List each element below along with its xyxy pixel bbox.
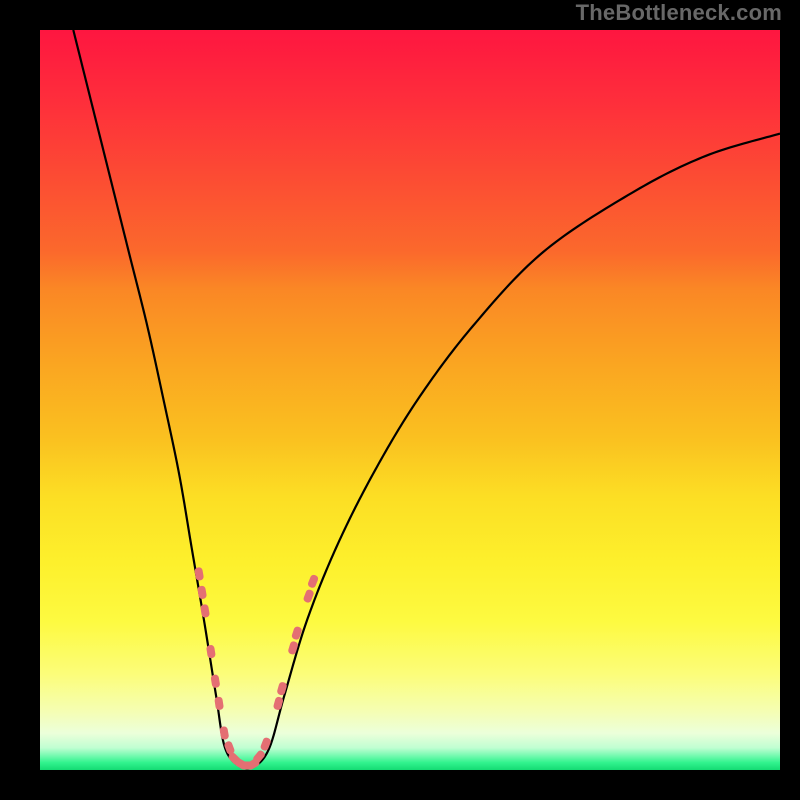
data-marker [206, 645, 216, 659]
data-marker [273, 696, 284, 711]
watermark-text: TheBottleneck.com [576, 0, 782, 26]
marker-group [194, 567, 319, 770]
data-marker [194, 567, 204, 581]
data-marker [214, 696, 224, 710]
data-marker [307, 574, 319, 589]
chart-svg [40, 30, 780, 770]
data-marker [260, 737, 272, 752]
data-marker [197, 585, 207, 599]
chart-frame: TheBottleneck.com [0, 0, 800, 800]
data-marker [200, 604, 210, 618]
bottleneck-curve [73, 30, 780, 769]
data-marker [219, 726, 229, 740]
data-marker [210, 674, 220, 688]
chart-plot-area [40, 30, 780, 770]
